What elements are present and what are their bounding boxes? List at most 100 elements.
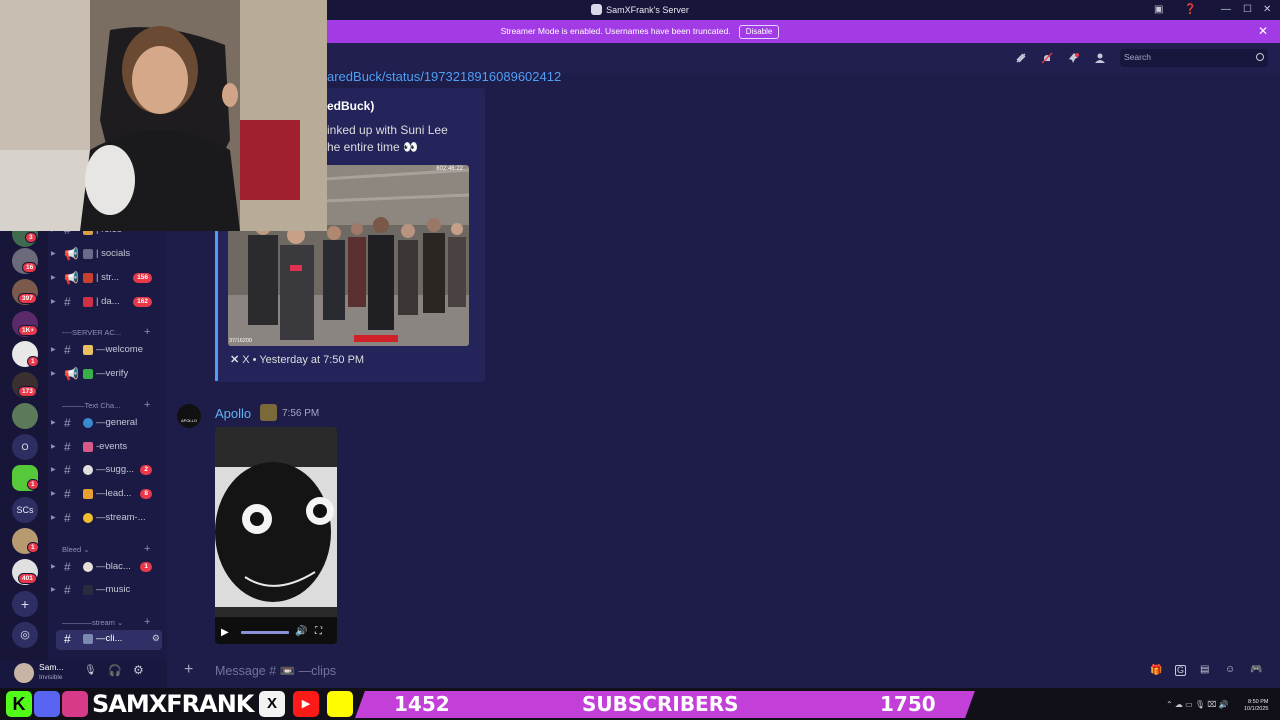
message-author[interactable]: Apollo [215, 406, 251, 421]
gift-icon[interactable]: 🎁 [1150, 665, 1162, 676]
search-input[interactable]: Search [1120, 49, 1268, 67]
subscriber-count: 1452 [394, 692, 450, 716]
channel-item-welcome[interactable]: ▶ # —welcome [51, 341, 162, 361]
channel-emoji-icon [83, 249, 93, 259]
category-server-access[interactable]: ----SERVER AC... + [62, 326, 150, 338]
maximize-button[interactable]: ☐ [1243, 3, 1252, 17]
emoji-icon[interactable]: ☺ [1225, 664, 1235, 675]
close-banner-icon[interactable]: ✕ [1258, 24, 1268, 38]
user-settings-icon[interactable]: ⚙ [133, 663, 144, 677]
x-logo-icon: X [259, 691, 285, 717]
avatar-text: APOLLO [180, 418, 197, 423]
channel-item-clips[interactable]: # —cli... ⚙ [56, 630, 162, 650]
embed-author[interactable]: edBuck) [327, 99, 374, 113]
channel-emoji-icon [83, 489, 93, 499]
add-channel-icon: + [144, 326, 151, 338]
channel-list: ▶#| roles ▶📢| socials ▶📢| str...156 ▶#| … [48, 223, 167, 661]
disable-streamer-mode-button[interactable]: Disable [738, 25, 780, 39]
server-badge: 401 [18, 573, 37, 584]
username: Sam... [39, 662, 64, 672]
inbox-icon[interactable]: ▣ [1154, 3, 1163, 17]
subscriber-goal: 1750 [880, 692, 936, 716]
instagram-icon [62, 691, 88, 717]
video-counter: 37/16200 [229, 338, 252, 344]
headphones-icon[interactable]: 🎧 [108, 664, 122, 677]
channel-item-leaderboard[interactable]: ▶ # —lead... 8 [51, 485, 162, 505]
category-stream[interactable]: ————stream ⌄ + [62, 616, 150, 628]
gif-icon[interactable]: G [1175, 665, 1187, 676]
apollo-avatar[interactable]: APOLLO [177, 404, 201, 428]
add-channel-icon: + [144, 399, 151, 411]
banner-message: Streamer Mode is enabled. Usernames have… [500, 26, 731, 36]
help-icon[interactable]: ❓ [1184, 3, 1196, 17]
hash-icon: # [64, 511, 71, 525]
server-icon-scs[interactable]: SCs [12, 497, 38, 523]
channel-item-suggestions[interactable]: ▶ # —sugg... 2 [51, 461, 162, 481]
embed-link[interactable]: aredBuck/status/1973218916089602412 [327, 69, 561, 84]
server-badge: 397 [18, 293, 37, 304]
hash-icon: # [64, 560, 71, 574]
pinned-icon[interactable] [1068, 52, 1080, 64]
server-badge: 16 [22, 262, 38, 273]
channel-item-verify[interactable]: ▶ 📢 —verify [51, 365, 162, 385]
channel-item-events[interactable]: ▶ # -events [51, 438, 162, 458]
play-button[interactable]: ▶ [221, 627, 229, 638]
channel-emoji-icon [83, 369, 93, 379]
video-frame-image [215, 427, 337, 644]
channel-emoji-icon [83, 442, 93, 452]
add-channel-icon: + [144, 616, 151, 628]
server-icon-7[interactable] [12, 403, 38, 429]
add-server-icon[interactable]: + [12, 591, 38, 617]
user-status: Invisible [39, 674, 63, 681]
video-timer: 802:46:22 [436, 166, 463, 172]
microphone-icon[interactable]: 🎙 [84, 665, 97, 676]
hash-icon: # [64, 440, 71, 454]
server-badge: 1 [27, 479, 39, 490]
apps-icon[interactable]: 🎮 [1250, 664, 1262, 675]
mute-bell-icon[interactable] [1041, 52, 1053, 64]
hash-icon: # [64, 416, 71, 430]
x-icon: ✕ [230, 354, 240, 366]
overlay-brand: SAMXFRANK [92, 690, 254, 718]
minimize-button[interactable]: — [1221, 3, 1231, 17]
role-icon [260, 404, 277, 421]
megaphone-icon: 📢 [64, 247, 79, 261]
channel-item-general[interactable]: ▶ # —general [51, 414, 162, 434]
member-list-icon[interactable] [1094, 52, 1106, 64]
channel-item-da[interactable]: ▶ # | da... 162 [51, 293, 162, 313]
user-avatar[interactable] [14, 663, 34, 683]
add-attachment-icon[interactable]: + [184, 661, 193, 679]
server-badge: 3 [25, 232, 37, 243]
fullscreen-icon[interactable]: ⛶ [315, 626, 322, 637]
category-text-channels[interactable]: ———Text Cha... + [62, 399, 150, 411]
server-badge: 1 [27, 356, 39, 367]
video-attachment[interactable]: ▶ 🔊 ⛶ [215, 427, 337, 644]
message-input[interactable]: Message # 📼 —clips [215, 664, 336, 679]
server-icon-o[interactable]: O [12, 434, 38, 460]
channel-item-socials[interactable]: ▶ 📢 | socials [51, 245, 162, 265]
tray-icons[interactable]: ⌃ ☁ ▭ 🎙 ⌧ 🔊 [1166, 700, 1229, 709]
close-window-button[interactable]: ✕ [1263, 3, 1271, 17]
channel-item-music[interactable]: ▶ # —music [51, 581, 162, 601]
embed-text-line-1: inked up with Suni Lee [327, 123, 448, 137]
server-badge: 1 [27, 542, 39, 553]
channel-emoji-icon [83, 418, 93, 428]
channel-item-black[interactable]: ▶ # —blac... 1 [51, 558, 162, 578]
discover-icon[interactable]: ◎ [12, 622, 38, 648]
hash-icon: # [64, 583, 71, 597]
server-list: 3 16 397 1K+ 1 173 O 1 SCs 1 401 + ◎ [0, 221, 48, 661]
threads-icon[interactable] [1015, 52, 1027, 64]
add-channel-icon: + [144, 543, 151, 555]
webcam-image [0, 0, 327, 231]
channel-item-stream-ideas[interactable]: ▶ # —stream-... [51, 509, 162, 529]
hash-icon: # [64, 343, 71, 357]
user-panel: Sam... Invisible 🎙 🎧 ⚙ [0, 661, 167, 688]
volume-icon[interactable]: 🔊 [295, 626, 307, 637]
channel-item-streams[interactable]: ▶ 📢 | str... 156 [51, 269, 162, 289]
subscriber-label: SUBSCRIBERS [582, 692, 739, 716]
embed-text-line-2: he entire time 👀 [327, 140, 418, 154]
message-list: aredBuck/status/1973218916089602412 edBu… [167, 69, 1280, 661]
channel-emoji-icon [83, 273, 93, 283]
sticker-icon[interactable]: ▤ [1200, 664, 1209, 675]
category-bleed[interactable]: Bleed ⌄ + [62, 543, 150, 555]
